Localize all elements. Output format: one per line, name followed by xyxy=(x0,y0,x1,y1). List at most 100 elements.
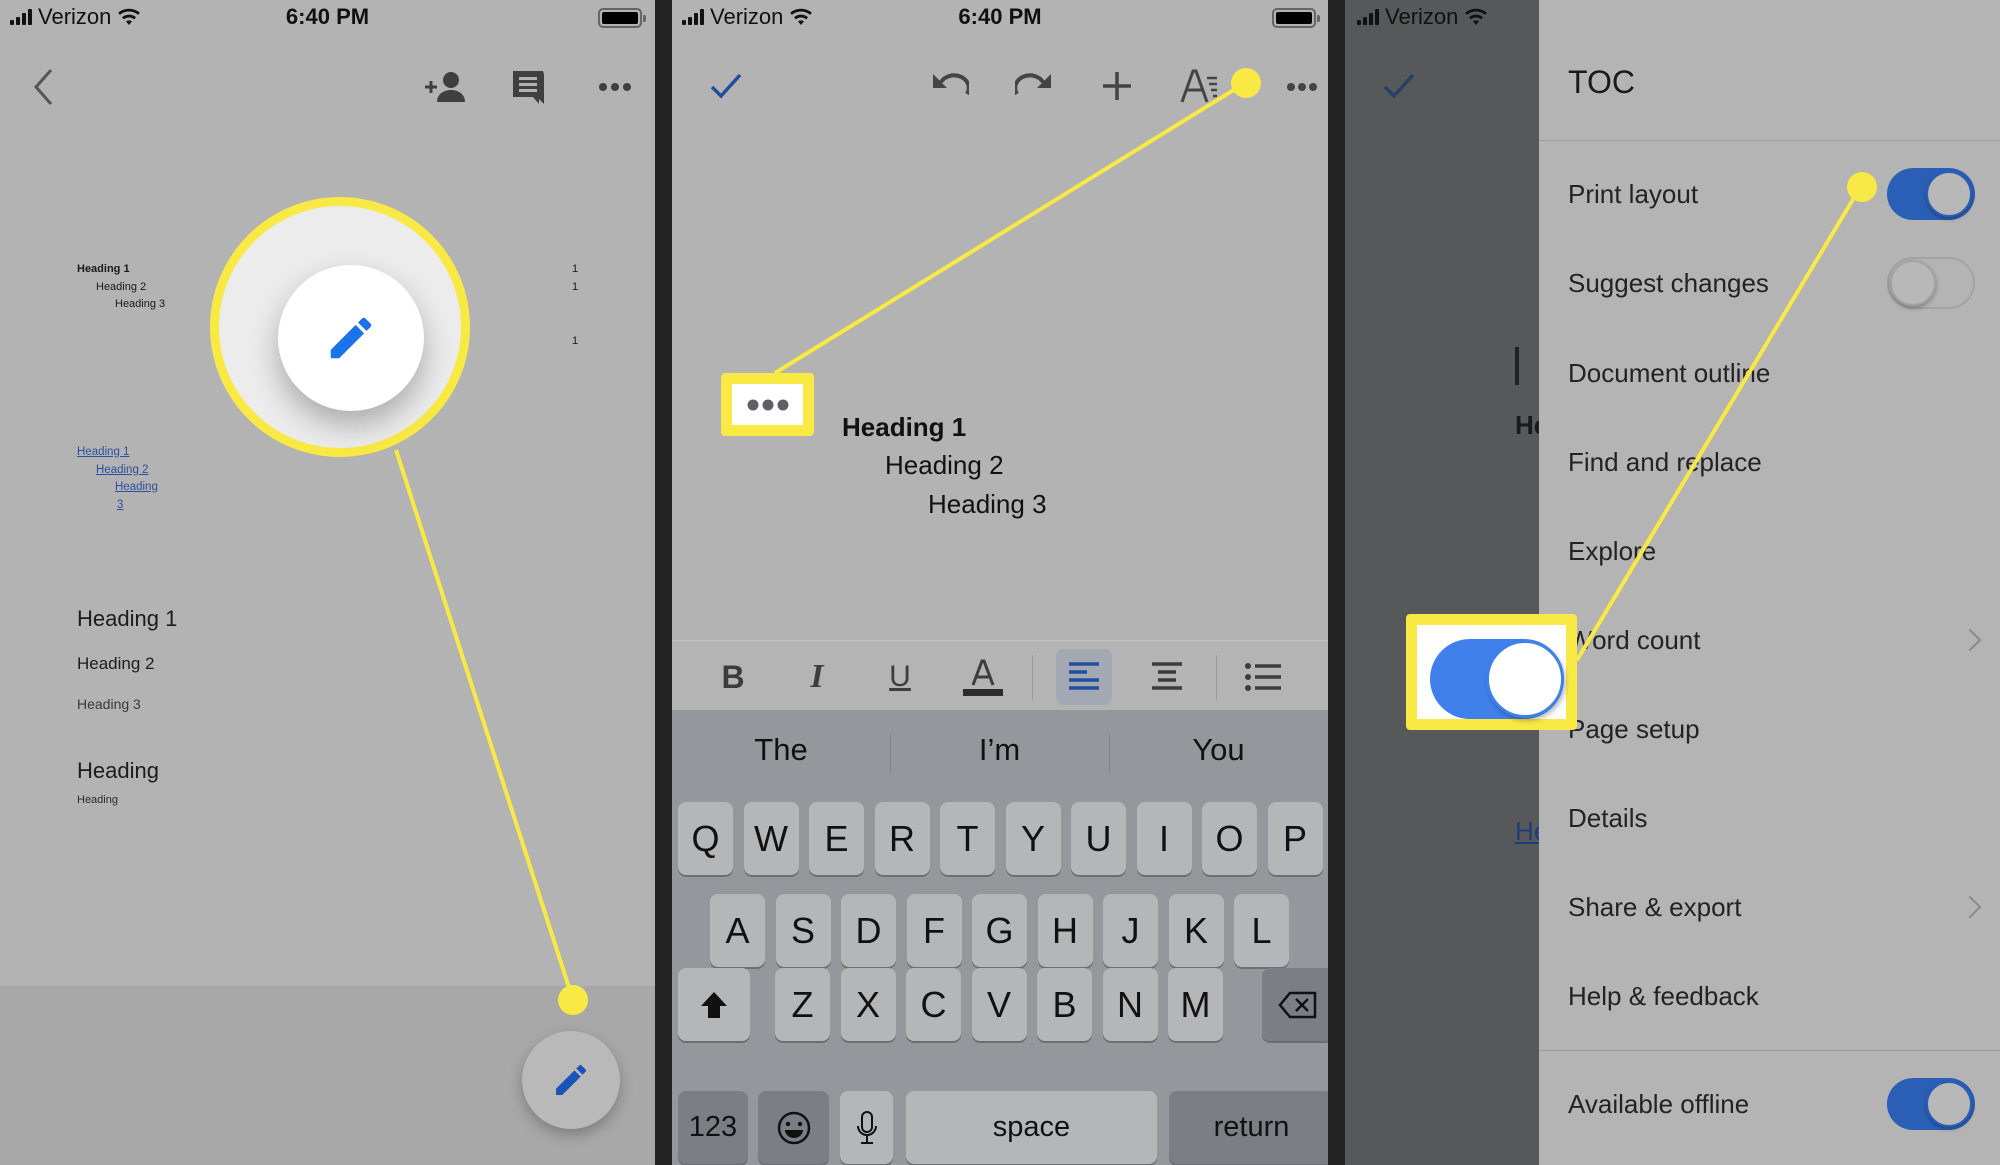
space-key[interactable]: space xyxy=(906,1091,1157,1164)
key-n[interactable]: N xyxy=(1102,968,1158,1041)
underline-button[interactable]: U xyxy=(872,649,928,705)
key-w[interactable]: W xyxy=(743,802,799,875)
key-x[interactable]: X xyxy=(840,968,896,1041)
key-d[interactable]: D xyxy=(841,894,896,967)
suggestion[interactable]: I’m xyxy=(890,710,1109,790)
menu-item-page-setup[interactable]: Page setup xyxy=(1539,693,2000,765)
key-k[interactable]: K xyxy=(1168,894,1224,967)
backspace-key[interactable] xyxy=(1262,968,1328,1041)
italic-button[interactable]: I xyxy=(789,649,845,705)
doc-heading-2: Heading 2 xyxy=(77,654,155,673)
toc-link[interactable]: 3 xyxy=(117,499,123,511)
shift-key[interactable] xyxy=(678,968,750,1041)
key-g[interactable]: G xyxy=(972,894,1027,967)
text-color-button[interactable] xyxy=(955,649,1011,705)
toc-link[interactable]: Heading 2 xyxy=(96,464,148,476)
menu-item-word-count[interactable]: Word count xyxy=(1539,604,2000,676)
key-l[interactable]: L xyxy=(1234,894,1289,967)
key-b[interactable]: B xyxy=(1037,968,1092,1041)
edit-fab-zoomed xyxy=(278,265,424,411)
key-y[interactable]: Y xyxy=(1005,802,1061,875)
comments-button[interactable] xyxy=(506,66,552,108)
key-m[interactable]: M xyxy=(1168,968,1223,1041)
align-left-button[interactable] xyxy=(1056,649,1112,705)
status-time: 6:40 PM xyxy=(958,4,1042,29)
more-button[interactable] xyxy=(1282,72,1322,102)
menu-item-print-layout[interactable]: Print layout xyxy=(1539,158,2000,230)
key-c[interactable]: C xyxy=(906,968,961,1041)
key-r[interactable]: R xyxy=(874,802,930,875)
screen-doc-view: Verizon 6:40 PM Heading 1 1 Heading 2 1 … xyxy=(0,0,655,1165)
suggestion[interactable]: The xyxy=(672,710,890,790)
toc-heading-3[interactable]: Heading 3 xyxy=(928,489,1047,520)
pencil-icon xyxy=(330,317,372,359)
edit-fab-button[interactable] xyxy=(522,1031,620,1129)
panel-divider xyxy=(1328,0,1345,1165)
align-center-icon xyxy=(1152,662,1182,690)
back-button[interactable] xyxy=(22,62,64,112)
menu-item-available-offline[interactable]: Available offline xyxy=(1539,1068,2000,1140)
print-layout-toggle-callout xyxy=(1406,614,1577,730)
suggest-changes-toggle[interactable] xyxy=(1887,257,1975,309)
toc-link[interactable]: Heading 1 xyxy=(77,446,129,458)
key-t[interactable]: T xyxy=(940,802,995,875)
toc-link[interactable]: Heading xyxy=(115,481,158,493)
toc-heading-2[interactable]: Heading 2 xyxy=(885,450,1004,481)
insert-button[interactable] xyxy=(1094,66,1140,106)
redo-button[interactable] xyxy=(1011,66,1057,106)
key-u[interactable]: U xyxy=(1071,802,1126,875)
available-offline-toggle[interactable] xyxy=(1887,1078,1975,1130)
print-layout-toggle[interactable] xyxy=(1887,168,1975,220)
toc-entry[interactable]: Heading 1 xyxy=(77,263,130,275)
done-button[interactable] xyxy=(704,66,748,106)
return-key[interactable]: return xyxy=(1169,1091,1328,1164)
key-e[interactable]: E xyxy=(809,802,864,875)
align-center-button[interactable] xyxy=(1139,649,1195,705)
menu-divider xyxy=(1539,140,2000,141)
menu-item-document-outline[interactable]: Document outline xyxy=(1539,337,2000,409)
menu-item-label: Help & feedback xyxy=(1568,981,1759,1011)
menu-item-find-and-replace[interactable]: Find and replace xyxy=(1539,426,2000,498)
callout-dot xyxy=(1847,172,1877,202)
key-o[interactable]: O xyxy=(1202,802,1257,875)
numbers-key[interactable]: 123 xyxy=(678,1091,748,1164)
doc-heading: Heading xyxy=(77,758,159,783)
format-button[interactable] xyxy=(1177,64,1223,108)
text-color-icon xyxy=(963,659,1003,696)
dictation-key[interactable] xyxy=(840,1091,893,1164)
microphone-icon xyxy=(856,1110,877,1144)
menu-item-explore[interactable]: Explore xyxy=(1539,515,2000,587)
emoji-key[interactable] xyxy=(758,1091,829,1164)
suggestion[interactable]: You xyxy=(1109,710,1328,790)
share-button[interactable] xyxy=(420,66,470,108)
doc-heading-1: Heading 1 xyxy=(77,606,178,631)
menu-item-label: Details xyxy=(1568,803,1648,833)
chevron-right-icon xyxy=(1958,895,1982,919)
menu-item-label: Word count xyxy=(1568,625,1701,655)
toc-page-number: 1 xyxy=(572,335,579,347)
menu-item-share-export[interactable]: Share & export xyxy=(1539,871,2000,943)
bold-button[interactable]: B xyxy=(705,649,761,705)
wifi-icon xyxy=(1465,8,1488,25)
key-i[interactable]: I xyxy=(1136,802,1192,875)
bulleted-list-button[interactable] xyxy=(1235,649,1291,705)
key-a[interactable]: A xyxy=(710,894,765,967)
toc-entry[interactable]: Heading 3 xyxy=(115,298,165,310)
more-button[interactable] xyxy=(592,72,638,102)
toc-entry[interactable]: Heading 2 xyxy=(96,281,146,293)
undo-button[interactable] xyxy=(927,66,973,106)
key-p[interactable]: P xyxy=(1267,802,1323,875)
key-z[interactable]: Z xyxy=(775,968,830,1041)
menu-item-label: Find and replace xyxy=(1568,447,1762,477)
key-h[interactable]: H xyxy=(1037,894,1093,967)
key-s[interactable]: S xyxy=(775,894,831,967)
toc-options-callout[interactable] xyxy=(721,373,814,436)
key-q[interactable]: Q xyxy=(678,802,733,875)
menu-item-help-feedback[interactable]: Help & feedback xyxy=(1539,960,2000,1032)
menu-item-details[interactable]: Details xyxy=(1539,782,2000,854)
key-v[interactable]: V xyxy=(971,968,1027,1041)
key-j[interactable]: J xyxy=(1103,894,1158,967)
key-f[interactable]: F xyxy=(906,894,962,967)
menu-item-suggest-changes[interactable]: Suggest changes xyxy=(1539,247,2000,319)
toc-heading-1[interactable]: Heading 1 xyxy=(842,412,966,443)
